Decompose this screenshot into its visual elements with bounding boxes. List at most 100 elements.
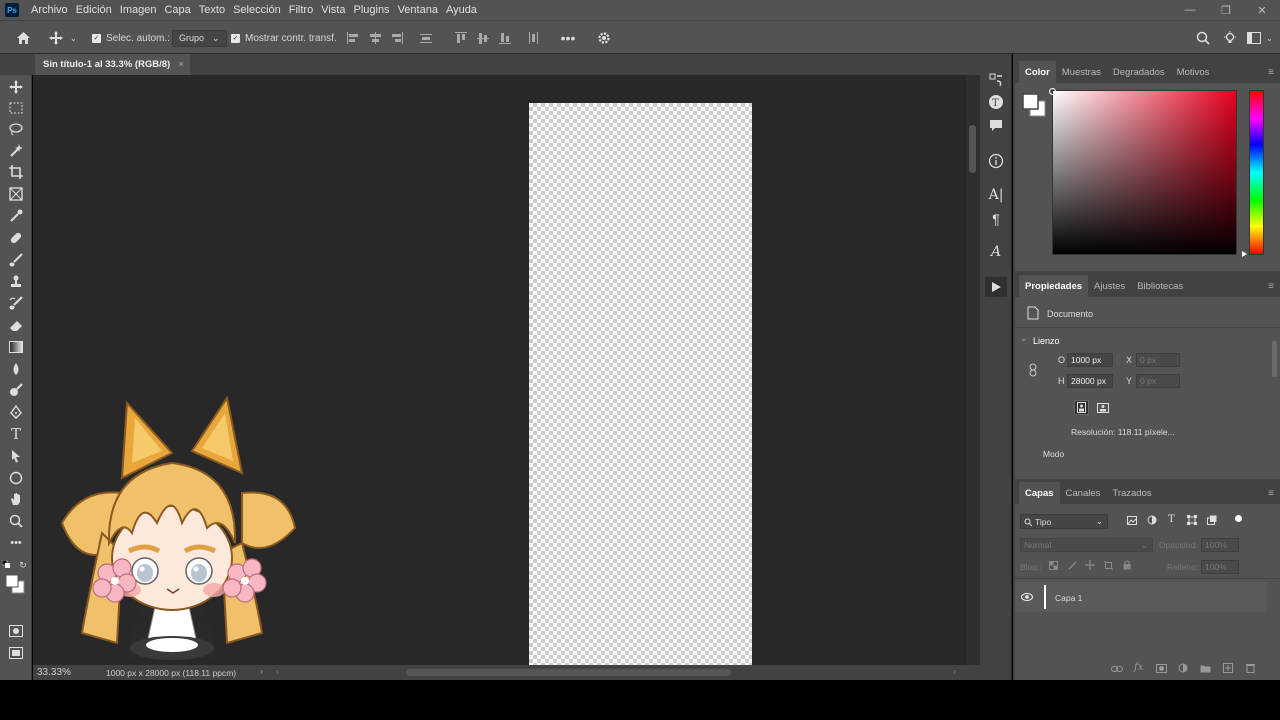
tab-gradients[interactable]: Degradados	[1107, 61, 1171, 83]
frame-tool[interactable]	[6, 185, 26, 203]
y-field[interactable]: 0 px	[1136, 374, 1180, 388]
gradient-tool[interactable]	[6, 338, 26, 356]
shape-tool[interactable]	[6, 469, 26, 487]
portrait-orientation-button[interactable]	[1074, 400, 1089, 415]
vertical-scrollbar[interactable]	[966, 75, 980, 665]
type-tool[interactable]: T	[6, 425, 26, 443]
chevron-down-icon[interactable]: ⌄	[1266, 21, 1273, 55]
show-transform-checkbox[interactable]: ✓ Mostrar contr. transf.	[231, 21, 337, 55]
align-middle-button[interactable]	[475, 30, 491, 46]
filter-toggle[interactable]	[1235, 515, 1242, 522]
color-swatches[interactable]	[3, 573, 29, 595]
discover-button[interactable]	[1222, 30, 1238, 46]
hue-slider-handle[interactable]	[1242, 251, 1247, 257]
lock-all-icon[interactable]	[1123, 560, 1131, 570]
align-center-h-button[interactable]	[367, 30, 383, 46]
eraser-tool[interactable]	[6, 316, 26, 334]
align-top-button[interactable]	[453, 30, 469, 46]
move-tool-preset[interactable]	[48, 30, 64, 46]
tab-adjustments[interactable]: Ajustes	[1088, 275, 1131, 297]
blend-mode-dropdown[interactable]: Normal ⌄	[1020, 538, 1153, 552]
color-picker-marker[interactable]	[1049, 88, 1056, 95]
lock-transparency-icon[interactable]	[1049, 561, 1058, 570]
healing-brush-tool[interactable]	[6, 229, 26, 247]
transparent-document-canvas[interactable]	[529, 103, 752, 665]
pen-tool[interactable]	[6, 403, 26, 421]
fill-field[interactable]: 100%	[1201, 560, 1239, 574]
filter-adjustment-icon[interactable]	[1147, 515, 1157, 525]
quick-mask-button[interactable]	[6, 622, 26, 640]
tab-patterns[interactable]: Motivos	[1171, 61, 1216, 83]
lock-position-icon[interactable]	[1085, 560, 1095, 570]
hue-slider[interactable]	[1249, 90, 1264, 255]
tab-channels[interactable]: Canales	[1060, 482, 1107, 504]
brush-tool[interactable]	[6, 251, 26, 269]
width-field[interactable]: 1000 px	[1067, 353, 1113, 367]
menu-ventana[interactable]: Ventana	[394, 4, 442, 16]
glyphs-panel-button[interactable]: T	[986, 92, 1006, 112]
tab-properties[interactable]: Propiedades	[1019, 275, 1089, 297]
opacity-field[interactable]: 100%	[1201, 538, 1239, 552]
tab-swatches[interactable]: Muestras	[1056, 61, 1107, 83]
screen-mode-button[interactable]	[6, 644, 26, 662]
link-icon[interactable]	[1029, 363, 1037, 377]
align-left-button[interactable]	[345, 30, 361, 46]
color-field[interactable]	[1052, 90, 1237, 255]
link-layers-icon[interactable]	[1111, 665, 1123, 673]
add-mask-icon[interactable]	[1156, 664, 1167, 673]
menu-plugins[interactable]: Plugins	[349, 4, 393, 16]
tab-layers[interactable]: Capas	[1019, 482, 1060, 504]
panel-menu-icon[interactable]: ≡	[1268, 488, 1274, 499]
filter-smart-object-icon[interactable]	[1207, 515, 1217, 525]
align-bottom-button[interactable]	[497, 30, 513, 46]
chevron-right-icon[interactable]: ›	[260, 666, 263, 676]
path-selection-tool[interactable]	[6, 447, 26, 465]
edit-toolbar-button[interactable]: •••	[6, 534, 26, 552]
color-swatches-mini[interactable]	[1021, 92, 1047, 118]
home-button[interactable]	[15, 30, 31, 46]
crop-tool[interactable]	[6, 163, 26, 181]
zoom-level[interactable]: 33.33%	[37, 667, 71, 678]
panel-menu-icon[interactable]: ≡	[1268, 67, 1274, 78]
comments-panel-button[interactable]	[986, 116, 1006, 136]
clone-stamp-tool[interactable]	[6, 273, 26, 291]
new-group-icon[interactable]	[1200, 664, 1211, 673]
paragraph-panel-button[interactable]: ¶	[986, 209, 1006, 229]
panel-menu-icon[interactable]: ≡	[1268, 281, 1274, 292]
tab-paths[interactable]: Trazados	[1106, 482, 1157, 504]
menu-texto[interactable]: Texto	[195, 4, 229, 16]
layer-name[interactable]: Capa 1	[1055, 593, 1082, 603]
properties-scrollbar[interactable]	[1272, 341, 1277, 377]
move-tool[interactable]	[6, 78, 26, 96]
workspace-button[interactable]	[1246, 30, 1262, 46]
menu-imagen[interactable]: Imagen	[116, 4, 161, 16]
distribute-button[interactable]	[418, 30, 434, 46]
lasso-tool[interactable]	[6, 120, 26, 138]
new-adjustment-icon[interactable]	[1178, 663, 1188, 673]
dodge-tool[interactable]	[6, 381, 26, 399]
actions-panel-button[interactable]	[985, 277, 1007, 297]
tab-color[interactable]: Color	[1019, 61, 1056, 83]
trash-icon[interactable]	[1246, 663, 1255, 673]
minimize-button[interactable]: —	[1172, 0, 1208, 20]
filter-pixel-icon[interactable]	[1127, 516, 1137, 525]
chevron-down-icon[interactable]: ⌄	[70, 21, 77, 55]
filter-type-icon[interactable]: T	[1168, 514, 1175, 525]
distribute-v-button[interactable]	[525, 30, 541, 46]
menu-ayuda[interactable]: Ayuda	[442, 4, 481, 16]
magic-wand-tool[interactable]	[6, 142, 26, 160]
menu-edicion[interactable]: Edición	[72, 4, 116, 16]
landscape-orientation-button[interactable]	[1095, 400, 1110, 415]
default-colors-button[interactable]	[2, 560, 12, 570]
menu-capa[interactable]: Capa	[160, 4, 194, 16]
close-window-button[interactable]: ✕	[1244, 0, 1280, 20]
character-styles-button[interactable]: A	[986, 242, 1006, 262]
x-field[interactable]: 0 px	[1136, 353, 1180, 367]
menu-filtro[interactable]: Filtro	[285, 4, 317, 16]
eye-icon[interactable]	[1021, 593, 1033, 601]
settings-button[interactable]	[596, 30, 612, 46]
horizontal-scroll-thumb[interactable]	[406, 669, 731, 676]
fx-icon[interactable]: fx	[1134, 662, 1143, 673]
layer-row[interactable]: Capa 1	[1015, 582, 1267, 612]
layer-filter-dropdown[interactable]: Tipo ⌄	[1020, 514, 1108, 529]
